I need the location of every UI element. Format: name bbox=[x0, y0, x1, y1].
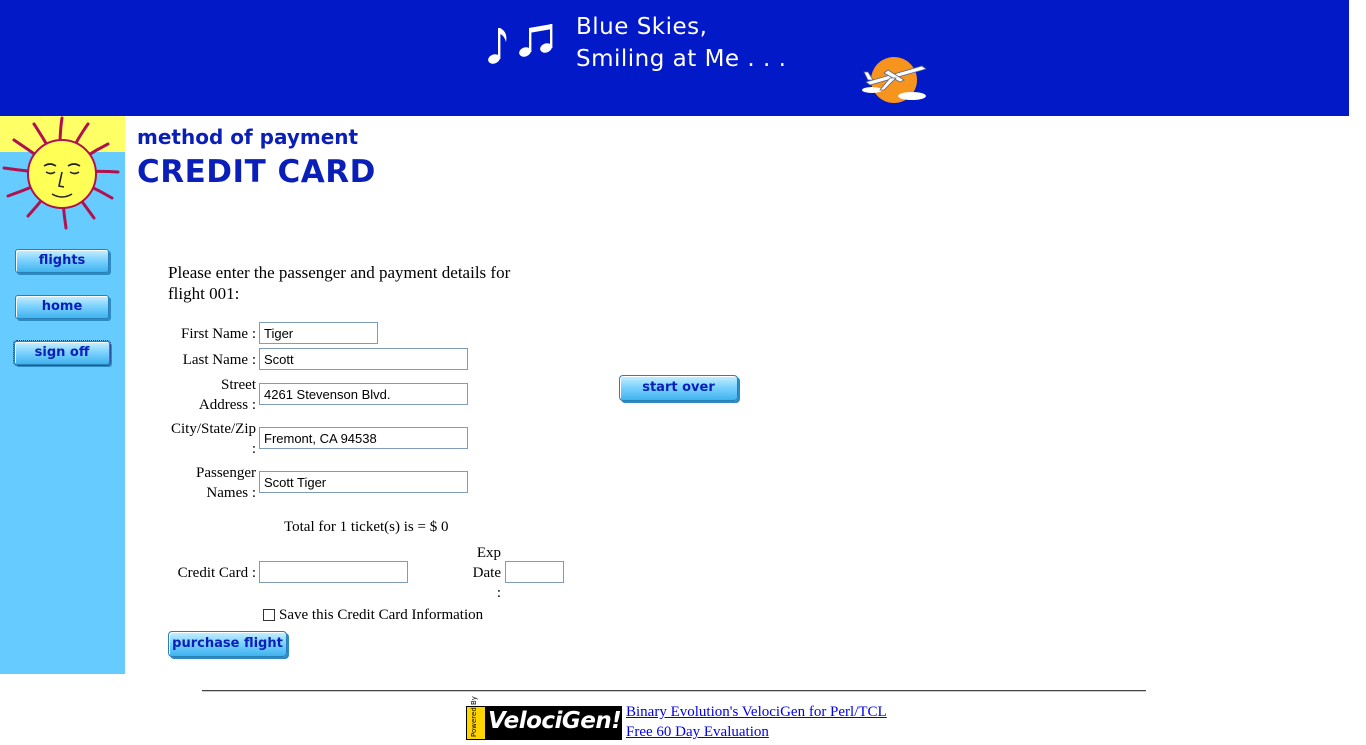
banner-title-line2: Smiling at Me . . . bbox=[576, 46, 787, 72]
nav-flights-button[interactable]: flights bbox=[15, 249, 109, 273]
start-over-button[interactable]: start over bbox=[619, 375, 738, 401]
header-banner: Blue Skies, Smiling at Me . . . bbox=[0, 0, 1349, 116]
powered-by-tag: Powered By bbox=[467, 696, 485, 739]
exp-date-label-line1: Exp bbox=[476, 545, 501, 561]
banner-title-line1: Blue Skies, bbox=[576, 14, 708, 40]
credit-card-field[interactable] bbox=[259, 561, 408, 583]
intro-text: Please enter the passenger and payment d… bbox=[168, 263, 511, 303]
city-label-line2: : bbox=[251, 441, 256, 457]
ticket-total: Total for 1 ticket(s) is = $ 0 bbox=[284, 519, 449, 535]
save-card-checkbox[interactable] bbox=[263, 609, 275, 621]
last-name-field[interactable] bbox=[259, 348, 468, 370]
free-evaluation-link[interactable]: Free 60 Day Evaluation bbox=[626, 724, 769, 741]
first-name-label: First Name : bbox=[181, 326, 256, 342]
music-notes-icon bbox=[488, 24, 553, 64]
credit-card-label: Credit Card : bbox=[177, 565, 256, 581]
passenger-label-line1: Passenger bbox=[196, 465, 256, 481]
page-title: CREDIT CARD bbox=[137, 154, 376, 190]
nav-sign-off-button[interactable]: sign off bbox=[13, 340, 111, 366]
street-address-field[interactable] bbox=[259, 383, 468, 405]
save-card-label: Save this Credit Card Information bbox=[279, 607, 484, 623]
street-label-line1: Street bbox=[221, 377, 256, 393]
last-name-label: Last Name : bbox=[182, 352, 256, 368]
sidebar: flights home sign off bbox=[0, 116, 125, 674]
purchase-flight-button[interactable]: purchase flight bbox=[168, 631, 287, 657]
city-state-zip-field[interactable] bbox=[259, 427, 468, 449]
velocigen-logo[interactable]: Powered By VelociGen! bbox=[466, 696, 622, 740]
airplane-sun-icon bbox=[862, 57, 927, 103]
exp-date-field[interactable] bbox=[505, 561, 564, 583]
street-label-line2: Address : bbox=[198, 397, 256, 413]
velocigen-link[interactable]: Binary Evolution's VelociGen for Perl/TC… bbox=[626, 704, 887, 721]
first-name-field[interactable] bbox=[259, 322, 378, 344]
nav-home-button[interactable]: home bbox=[15, 295, 109, 319]
velocigen-brand: VelociGen! bbox=[488, 708, 622, 734]
exp-date-label-line3: : bbox=[496, 585, 501, 601]
city-label-line1: City/State/Zip bbox=[171, 421, 256, 437]
exp-date-label-line2: Date bbox=[472, 565, 501, 581]
page-subheading: method of payment bbox=[137, 125, 359, 149]
passenger-names-field[interactable] bbox=[259, 471, 468, 493]
sun-logo-icon bbox=[0, 116, 125, 230]
powered-by-text: Powered By bbox=[470, 696, 478, 737]
footer-divider bbox=[202, 690, 1146, 692]
passenger-label-line2: Names : bbox=[206, 485, 256, 501]
